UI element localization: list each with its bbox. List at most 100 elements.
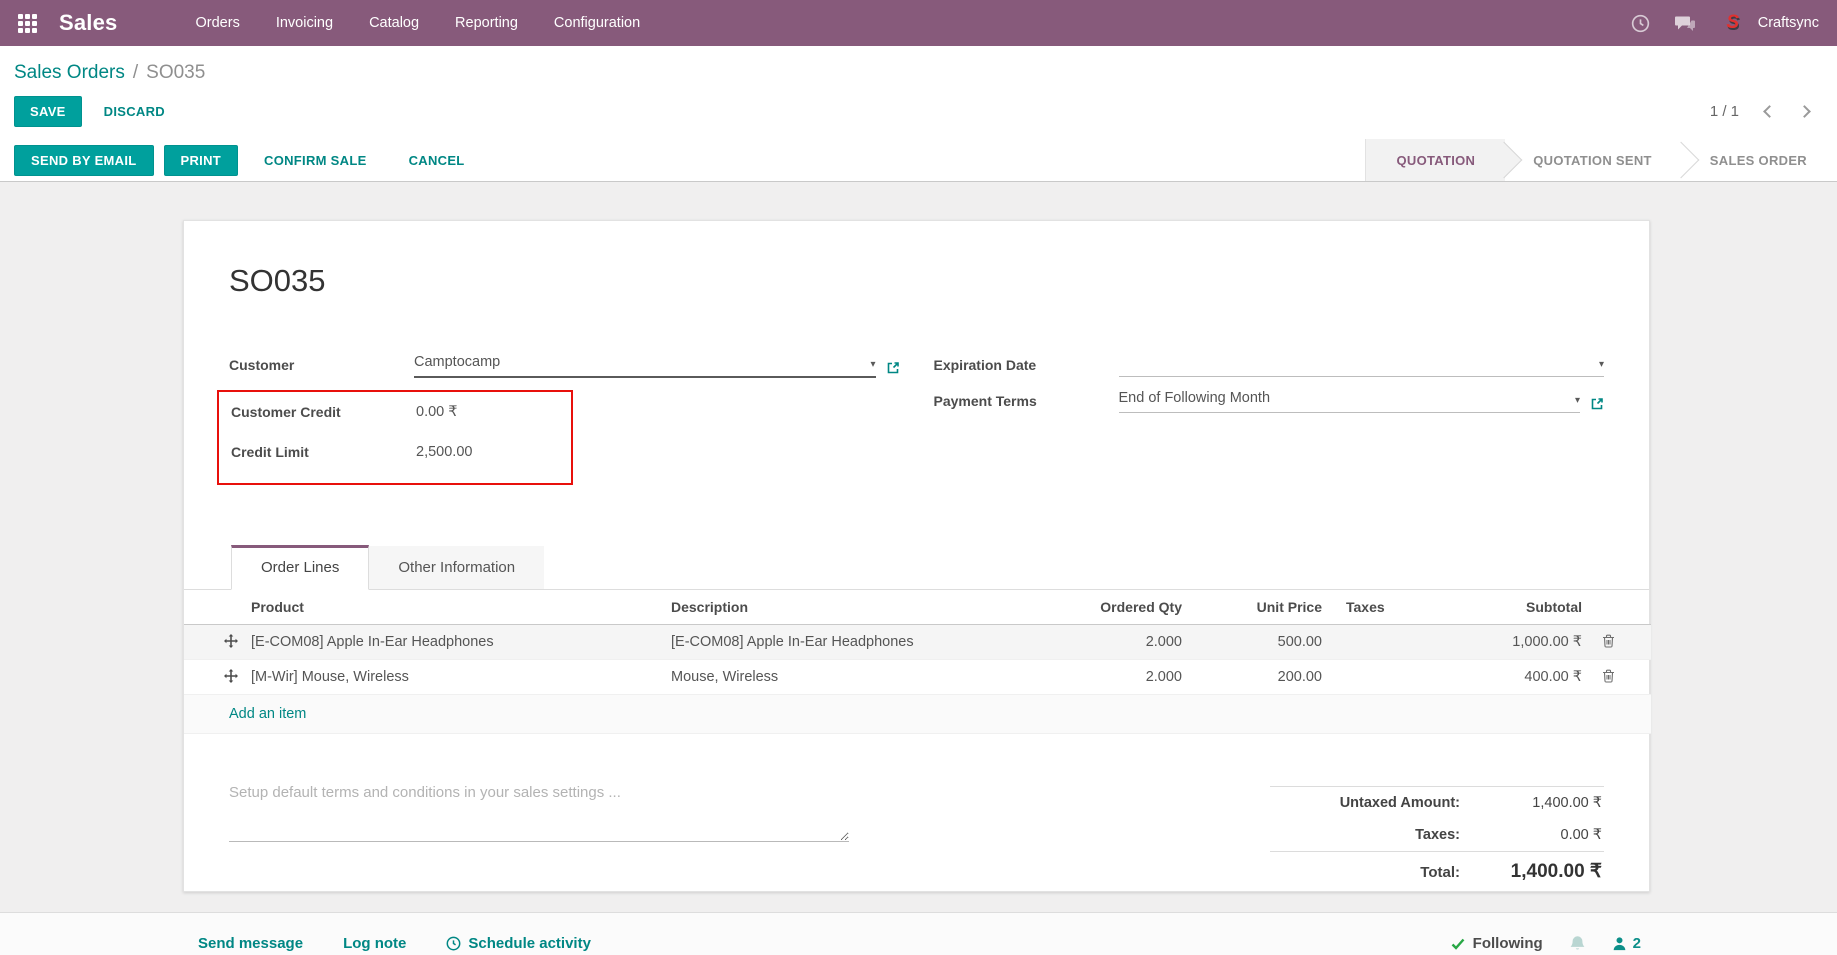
- table-row[interactable]: [M-Wir] Mouse, Wireless Mouse, Wireless …: [184, 659, 1651, 695]
- action-buttons: SEND BY EMAIL PRINT CONFIRM SALE CANCEL: [14, 139, 481, 181]
- menu-invoicing[interactable]: Invoicing: [276, 15, 333, 31]
- add-an-item-link[interactable]: Add an item: [229, 706, 306, 722]
- table-row[interactable]: [E-COM08] Apple In-Ear Headphones [E-COM…: [184, 624, 1651, 660]
- customer-input[interactable]: Camptocamp ▾: [414, 354, 876, 378]
- taxes-value: 0.00 ₹: [1560, 827, 1602, 843]
- handle-column-header: [184, 590, 239, 625]
- customer-value[interactable]: Camptocamp: [414, 354, 862, 372]
- followers-counter[interactable]: 2: [1612, 935, 1641, 952]
- delete-line-icon[interactable]: [1594, 659, 1651, 695]
- messages-icon[interactable]: [1674, 14, 1696, 33]
- untaxed-amount-label: Untaxed Amount:: [1339, 795, 1460, 811]
- menu-catalog[interactable]: Catalog: [369, 15, 419, 31]
- topbar-right-group: S Craftsync: [1631, 11, 1819, 35]
- pager-next-icon[interactable]: [1798, 105, 1811, 118]
- customer-external-link-icon[interactable]: [886, 361, 900, 375]
- activities-clock-icon[interactable]: [1631, 14, 1650, 33]
- chevron-down-icon[interactable]: ▾: [870, 358, 875, 372]
- breadcrumb-sales-orders[interactable]: Sales Orders: [14, 62, 125, 83]
- cell-product[interactable]: [E-COM08] Apple In-Ear Headphones: [239, 624, 659, 660]
- cell-ordered-qty[interactable]: 2.000: [1014, 659, 1194, 695]
- log-note-link[interactable]: Log note: [343, 935, 406, 952]
- send-by-email-button[interactable]: SEND BY EMAIL: [14, 144, 154, 176]
- payment-terms-input[interactable]: End of Following Month ▾: [1118, 390, 1580, 413]
- app-title[interactable]: Sales: [59, 10, 118, 36]
- action-bar: SEND BY EMAIL PRINT CONFIRM SALE CANCEL …: [0, 139, 1837, 182]
- delete-line-icon[interactable]: [1594, 624, 1651, 660]
- payment-terms-external-link-icon[interactable]: [1590, 397, 1604, 411]
- expiration-date-row: Expiration Date ▾: [933, 354, 1604, 381]
- user-avatar-logo[interactable]: S: [1720, 11, 1746, 35]
- customer-credit-row: Customer Credit 0.00 ₹: [231, 401, 559, 428]
- column-subtotal[interactable]: Subtotal: [1444, 590, 1594, 625]
- top-menu: Orders Invoicing Catalog Reporting Confi…: [196, 15, 641, 31]
- trash-column-header: [1594, 590, 1651, 625]
- menu-configuration[interactable]: Configuration: [554, 15, 640, 31]
- expiration-date-input[interactable]: ▾: [1118, 354, 1604, 377]
- cell-description[interactable]: Mouse, Wireless: [659, 659, 1014, 695]
- control-panel: Sales Orders / SO035 SAVE DISCARD 1 / 1: [0, 46, 1837, 139]
- confirm-sale-button[interactable]: CONFIRM SALE: [248, 146, 383, 175]
- drag-handle-icon[interactable]: [184, 659, 239, 695]
- chevron-down-icon[interactable]: ▾: [1599, 358, 1604, 372]
- menu-orders[interactable]: Orders: [196, 15, 240, 31]
- apps-menu-icon[interactable]: [18, 13, 37, 33]
- breadcrumb-current: SO035: [146, 62, 206, 83]
- menu-reporting[interactable]: Reporting: [455, 15, 518, 31]
- expiration-date-value[interactable]: [1119, 354, 1591, 372]
- following-button[interactable]: Following: [1451, 935, 1543, 952]
- breadcrumb-separator: /: [132, 62, 139, 83]
- customer-field-row: Customer Camptocamp ▾: [229, 354, 900, 381]
- cell-unit-price[interactable]: 200.00: [1194, 659, 1334, 695]
- cell-taxes[interactable]: [1334, 659, 1444, 695]
- cell-description[interactable]: [E-COM08] Apple In-Ear Headphones: [659, 624, 1014, 660]
- tab-other-information[interactable]: Other Information: [369, 546, 545, 589]
- status-quotation-sent[interactable]: QUOTATION SENT: [1503, 139, 1682, 181]
- cancel-button[interactable]: CANCEL: [393, 146, 481, 175]
- column-product[interactable]: Product: [239, 590, 659, 625]
- sheet-bottom-zone: Untaxed Amount: 1,400.00 ₹ Taxes: 0.00 ₹…: [229, 782, 1604, 891]
- save-button[interactable]: SAVE: [14, 96, 82, 127]
- following-label: Following: [1472, 935, 1543, 952]
- column-ordered-qty[interactable]: Ordered Qty: [1014, 590, 1194, 625]
- breadcrumb: Sales Orders / SO035: [14, 54, 1823, 96]
- print-button[interactable]: PRINT: [163, 144, 239, 176]
- add-item-row: Add an item: [184, 694, 1651, 734]
- payment-terms-label: Payment Terms: [933, 393, 1037, 409]
- cell-unit-price[interactable]: 500.00: [1194, 624, 1334, 660]
- cell-ordered-qty[interactable]: 2.000: [1014, 624, 1194, 660]
- user-name[interactable]: Craftsync: [1758, 15, 1819, 31]
- form-right-column: Expiration Date ▾ Payment Terms End of F…: [933, 354, 1604, 485]
- taxes-label: Taxes:: [1415, 827, 1460, 843]
- column-taxes[interactable]: Taxes: [1334, 590, 1444, 625]
- table-header-row: Product Description Ordered Qty Unit Pri…: [184, 590, 1651, 625]
- total-label: Total:: [1420, 864, 1460, 881]
- status-quotation[interactable]: QUOTATION: [1366, 139, 1506, 181]
- expiration-date-label: Expiration Date: [933, 357, 1037, 373]
- credit-limit-value: 2,500.00: [416, 444, 473, 460]
- pager-counter: 1 / 1: [1709, 103, 1739, 120]
- discard-button[interactable]: DISCARD: [90, 97, 179, 126]
- drag-handle-icon[interactable]: [184, 624, 239, 660]
- cell-product[interactable]: [M-Wir] Mouse, Wireless: [239, 659, 659, 695]
- column-description[interactable]: Description: [659, 590, 1014, 625]
- schedule-activity-link[interactable]: Schedule activity: [446, 935, 591, 952]
- pager: 1 / 1: [1710, 103, 1823, 120]
- top-navbar: Sales Orders Invoicing Catalog Reporting…: [0, 0, 1837, 46]
- cell-taxes[interactable]: [1334, 624, 1444, 660]
- tab-order-lines[interactable]: Order Lines: [231, 545, 370, 590]
- chatter-actions: Send message Log note Schedule activity: [198, 935, 591, 952]
- payment-terms-value[interactable]: End of Following Month: [1119, 390, 1567, 408]
- notification-bell-icon[interactable]: [1569, 935, 1586, 953]
- status-sales-order[interactable]: SALES ORDER: [1680, 139, 1837, 181]
- pager-previous-icon[interactable]: [1763, 105, 1776, 118]
- form-left-column: Customer Camptocamp ▾ Customer Credit 0.…: [217, 354, 900, 485]
- chatter: Send message Log note Schedule activity …: [0, 912, 1837, 955]
- send-message-link[interactable]: Send message: [198, 935, 303, 952]
- form-fields: Customer Camptocamp ▾ Customer Credit 0.…: [217, 354, 1604, 485]
- customer-label: Customer: [229, 357, 295, 373]
- chevron-down-icon[interactable]: ▾: [1575, 394, 1580, 408]
- column-unit-price[interactable]: Unit Price: [1194, 590, 1334, 625]
- terms-and-conditions-input[interactable]: [229, 782, 849, 842]
- sales-order-page: Sales Orders Invoicing Catalog Reporting…: [0, 0, 1837, 955]
